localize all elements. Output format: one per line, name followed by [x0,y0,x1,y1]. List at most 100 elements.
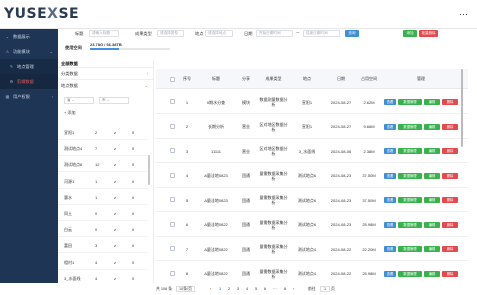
cell-title: 11111 [211,148,221,154]
title-input[interactable]: 请输入标题 [89,30,119,37]
location-list-item[interactable]: 3_水面线 4 z 0 [58,270,148,283]
location-edit-icon[interactable]: z [114,162,116,167]
view-button[interactable]: 查看 [384,246,396,252]
type-select[interactable]: 请选择类型 [157,30,184,37]
data-manage-button[interactable]: 数据管理 [398,270,422,277]
data-manage-button[interactable]: 数据管理 [398,197,422,203]
location-edit-icon[interactable]: z [114,179,116,184]
view-button[interactable]: 查看 [384,270,396,277]
classify-data-item[interactable]: 分类数据 › [58,68,153,80]
view-button[interactable]: 查看 [384,99,396,105]
data-manage-button[interactable]: 数据管理 [398,221,422,228]
location-list-item[interactable]: 河源1 1 z 0 [58,173,148,189]
row-checkbox[interactable] [170,246,175,251]
page-8[interactable]: 8 [284,287,286,291]
view-button[interactable]: 查看 [384,221,396,228]
goto-input[interactable]: 1 [320,286,331,292]
all-data-item[interactable]: 全部数据 [58,59,153,68]
edit-button[interactable]: 编辑 [424,148,440,154]
row-checkbox[interactable] [170,221,175,227]
data-manage-button[interactable]: 数据管理 [398,99,422,105]
location-edit-icon[interactable]: z [114,276,116,281]
view-button[interactable]: 查看 [384,123,396,130]
page-ellipsis[interactable]: ··· [273,287,277,291]
location-edit-icon[interactable]: z [114,260,116,265]
page-2[interactable]: 2 [228,287,230,291]
location-list-item[interactable]: 富田 3 z 0 [58,237,148,254]
delete-button[interactable]: 删除 [442,246,458,252]
view-button[interactable]: 查看 [384,148,396,154]
cell-size: 37.50M [362,173,376,178]
edit-button[interactable]: 编辑 [424,197,440,203]
view-button[interactable]: 查看 [384,172,396,179]
row-checkbox[interactable] [170,148,175,153]
add-button[interactable]: 添加 [403,30,417,37]
sidebar-item-modules[interactable]: ⚠ 功能模块 ⌄ [0,44,58,59]
page-size-select[interactable]: 10条/页 [176,286,195,292]
row-checkbox[interactable] [170,270,175,276]
select-all-checkbox[interactable] [170,77,175,82]
location-edit-icon[interactable]: z [114,227,116,232]
row-checkbox[interactable] [170,99,175,104]
location-list-item[interactable]: 测试地点4 7 z 0 [58,140,148,157]
location-edit-icon[interactable]: z [114,243,116,248]
location-list-item[interactable]: 测试地点6 12 z 0 [58,156,148,173]
search-button[interactable]: 查询 [345,30,359,37]
edit-button[interactable]: 编辑 [424,221,440,228]
location-list-item[interactable]: 宣阳1 2 z 0 [58,124,148,140]
left-panel-scrollbar[interactable] [148,155,150,185]
add-location-link[interactable]: + 添加 [64,110,75,116]
delete-button[interactable]: 删除 [442,123,458,130]
sidebar-item-clip-data[interactable]: ⚙ 剪辑数据 [0,74,58,89]
location-edit-icon[interactable]: z [114,130,116,135]
delete-button[interactable]: 删除 [442,148,458,154]
row-checkbox[interactable] [170,123,175,129]
data-manage-button[interactable]: 数据管理 [398,172,422,179]
location-list-item[interactable]: 同土 0 z 0 [58,205,148,221]
delete-button[interactable]: 删除 [442,197,458,203]
data-manage-button[interactable]: 数据管理 [398,246,422,252]
delete-button[interactable]: 删除 [442,172,458,179]
prev-page-button[interactable]: ‹ [210,287,211,291]
row-checkbox[interactable] [170,197,175,202]
sidebar-item-user-permission[interactable]: ▦ 用户权限 ‹ [0,89,58,104]
batch-delete-button[interactable]: 批量删除 [419,30,438,37]
row-checkbox[interactable] [170,172,175,178]
page-6[interactable]: 6 [264,287,266,291]
location-edit-icon[interactable]: z [114,195,116,200]
location-count: 0 [95,227,98,233]
delete-button[interactable]: 删除 [442,99,458,105]
col-header-type: 成果类型 [265,75,282,81]
edit-button[interactable]: 编辑 [424,246,440,252]
location-edit-icon[interactable]: z [114,211,116,216]
page-4[interactable]: 4 [246,287,248,291]
location-select[interactable]: 请选择地点 [205,30,233,37]
province-select[interactable]: 省 ⌄ [64,97,94,104]
edit-button[interactable]: 编辑 [424,123,440,130]
next-page-button[interactable]: › [293,287,294,291]
date-end-input[interactable]: 结束日期时间 [303,30,340,37]
page-3[interactable]: 3 [237,287,239,291]
location-list-item[interactable]: 惠水 1 z 0 [58,189,148,205]
sidebar-item-data-display[interactable]: ⌄ 数据展示 [0,29,58,44]
edit-button[interactable]: 编辑 [424,270,440,277]
page-1[interactable]: 1 [219,287,221,291]
location-list-item[interactable]: 相村1 4 z 0 [58,254,148,270]
edit-button[interactable]: 编辑 [424,172,440,179]
location-data-item[interactable]: 地点数据 ⌄ [58,80,153,92]
city-select[interactable]: 市 ⌄ [99,97,129,104]
data-manage-button[interactable]: 数据管理 [398,123,422,130]
date-start-input[interactable]: 开始日期时间 [256,30,293,37]
edit-button[interactable]: 编辑 [424,99,440,105]
delete-button[interactable]: 删除 [442,221,458,228]
delete-button[interactable]: 删除 [442,270,458,277]
location-edit-icon[interactable]: z [114,146,116,151]
location-delete-count: 0 [132,227,135,233]
view-button[interactable]: 查看 [384,197,396,203]
data-manage-button[interactable]: 数据管理 [398,148,422,154]
page-5[interactable]: 5 [255,287,257,291]
table-scrollbar[interactable] [461,69,463,147]
location-list-item[interactable]: 白云 0 z 0 [58,221,148,238]
more-icon[interactable]: ⋯ [459,9,469,20]
sidebar-item-location-manage[interactable]: ✎ 地点管理 [0,59,58,74]
